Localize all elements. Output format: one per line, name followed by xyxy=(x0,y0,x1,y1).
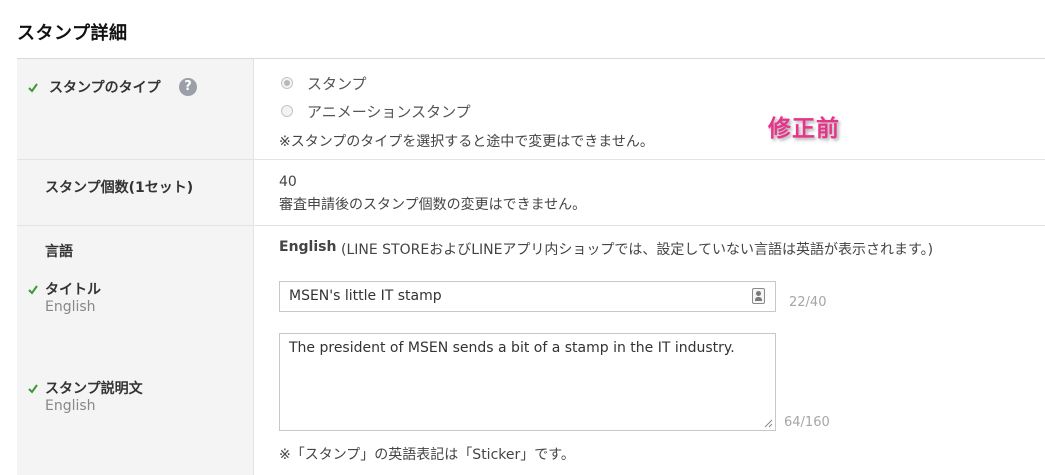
title-language-sub: English xyxy=(45,299,96,315)
title-label: タイトル xyxy=(45,282,101,298)
check-icon xyxy=(28,285,38,295)
radio-sticker[interactable] xyxy=(281,77,293,89)
check-icon xyxy=(28,83,38,93)
title-input-value[interactable]: MSEN's little IT stamp xyxy=(289,288,442,304)
description-label: スタンプ説明文 xyxy=(45,381,143,397)
row-divider xyxy=(17,159,1045,160)
title-char-counter: 22/40 xyxy=(789,295,827,310)
resize-handle-icon[interactable] xyxy=(764,419,773,428)
sticker-detail-form: スタンプのタイプ ? スタンプ アニメーションスタンプ ※スタンプのタイプを選択… xyxy=(17,58,1045,475)
language-label: 言語 xyxy=(45,244,73,260)
sticker-count-note: 審査申請後のスタンプ個数の変更はできません。 xyxy=(279,197,587,213)
contact-card-icon[interactable] xyxy=(752,288,765,304)
description-char-counter: 64/160 xyxy=(784,415,830,430)
radio-animation-sticker-label[interactable]: アニメーションスタンプ xyxy=(307,101,471,122)
sticker-type-label: スタンプのタイプ xyxy=(49,80,161,96)
help-icon[interactable]: ? xyxy=(179,78,197,96)
sticker-count-label: スタンプ個数(1セット) xyxy=(45,180,194,196)
description-note: ※「スタンプ」の英語表記は「Sticker」です。 xyxy=(279,447,575,463)
title-input[interactable]: MSEN's little IT stamp xyxy=(279,281,776,312)
description-language-sub: English xyxy=(45,398,96,414)
language-value: English xyxy=(279,239,337,255)
sticker-type-note: ※スタンプのタイプを選択すると途中で変更はできません。 xyxy=(279,134,654,150)
sticker-count-value: 40 xyxy=(279,174,297,190)
radio-animation-sticker[interactable] xyxy=(281,105,293,117)
description-textarea[interactable]: The president of MSEN sends a bit of a s… xyxy=(279,333,776,431)
radio-sticker-label[interactable]: スタンプ xyxy=(307,73,367,94)
before-fix-annotation: 修正前 xyxy=(768,116,840,142)
description-textarea-value[interactable]: The president of MSEN sends a bit of a s… xyxy=(289,340,735,356)
row-divider xyxy=(17,225,1045,226)
page-title: スタンプ詳細 xyxy=(17,23,128,44)
check-icon xyxy=(28,384,38,394)
language-note: (LINE STOREおよびLINEアプリ内ショップでは、設定していない言語は英… xyxy=(341,242,934,258)
